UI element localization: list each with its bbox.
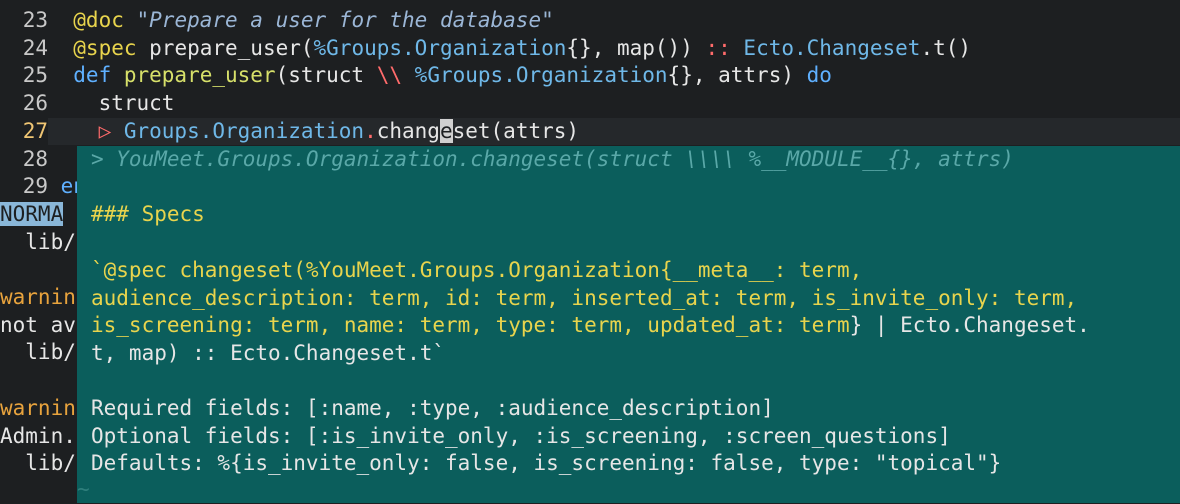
background-message-text: lib/ xyxy=(0,340,76,365)
background-message-text: warnin xyxy=(0,285,76,309)
code-line[interactable]: 27 ▷ Groups.Organization.changeset(attrs… xyxy=(0,117,1180,146)
required-fields: Required fields: [:name, :type, :audienc… xyxy=(91,396,774,420)
code-token: set(attrs) xyxy=(452,118,580,143)
code-text[interactable]: struct xyxy=(48,90,1180,118)
function-signature: > YouMeet.Groups.Organization.changeset(… xyxy=(91,147,1014,171)
text-cursor: e xyxy=(439,118,453,143)
code-token: Groups.Organization xyxy=(123,118,365,143)
code-token: "Prepare a user for the database" xyxy=(136,8,554,32)
code-token: \\ xyxy=(376,63,415,88)
code-token: chang xyxy=(376,118,440,143)
code-token: struct xyxy=(48,91,175,116)
spec-text: is_screening: term, name: term, type: te… xyxy=(91,313,850,338)
code-token: @doc xyxy=(48,8,137,32)
line-number: 28 xyxy=(22,146,48,171)
spec-text: audience_description: term, id: term, in… xyxy=(91,285,1078,310)
background-message-text: warnin xyxy=(0,395,76,420)
spec-text: t, map) :: Ecto.Changeset.t` xyxy=(91,340,446,365)
code-token: prepare_user( xyxy=(149,35,314,60)
spec-text: `@spec changeset(%YouMeet.Groups.Organiz… xyxy=(91,257,863,282)
code-line[interactable]: 26 struct xyxy=(0,90,1180,118)
code-token: ▷ xyxy=(48,118,124,143)
code-token: .t() xyxy=(920,35,972,60)
code-token: do xyxy=(806,63,832,88)
line-number: 24 xyxy=(22,35,48,60)
background-message-text: lib/ xyxy=(0,229,76,254)
line-number: 26 xyxy=(22,91,48,116)
code-text[interactable]: ▷ Groups.Organization.changeset(attrs) xyxy=(48,117,1180,146)
specs-header: ### Specs xyxy=(91,202,205,227)
code-text[interactable]: @doc "Prepare a user for the database" xyxy=(48,7,1180,35)
code-token: @spec xyxy=(48,35,150,60)
code-line[interactable]: 25 def prepare_user(struct \\ %Groups.Or… xyxy=(0,62,1180,90)
spec-line: t, map) :: Ecto.Changeset.t` xyxy=(77,340,1180,368)
optional-fields: Optional fields: [:is_invite_only, :is_s… xyxy=(91,423,951,448)
code-token: :: xyxy=(705,35,744,60)
code-token: {}, attrs) xyxy=(667,63,807,88)
code-line[interactable]: 28 xyxy=(0,146,48,174)
line-number: 23 xyxy=(22,8,48,32)
code-line[interactable]: 23 @doc "Prepare a user for the database… xyxy=(0,7,1180,35)
code-text[interactable]: def prepare_user(struct \\ %Groups.Organ… xyxy=(48,62,1180,90)
code-token: %Groups.Organization xyxy=(313,35,567,60)
background-message-text: lib/ xyxy=(0,451,76,476)
spec-line: `@spec changeset(%YouMeet.Groups.Organiz… xyxy=(77,257,1180,285)
code-token: . xyxy=(364,118,377,143)
spec-line: audience_description: term, id: term, in… xyxy=(77,285,1180,313)
code-line[interactable]: 29 en xyxy=(0,173,86,201)
line-number: 27 xyxy=(22,118,48,143)
spec-text: } | Ecto.Changeset. xyxy=(849,313,1090,338)
background-message-text: not av xyxy=(0,312,76,337)
empty-line-tilde: ~ xyxy=(77,477,90,501)
code-token: (struct xyxy=(275,63,377,88)
code-token: prepare_user xyxy=(123,63,276,88)
line-number: 25 xyxy=(22,63,48,88)
code-token: def xyxy=(48,63,124,88)
background-message-text: Admin. xyxy=(0,423,76,448)
spec-line: is_screening: term, name: term, type: te… xyxy=(77,312,1180,340)
defaults-fields: Defaults: %{is_invite_only: false, is_sc… xyxy=(91,451,1002,476)
code-token: %Groups.Organization xyxy=(414,63,668,88)
line-number: 29 xyxy=(22,174,48,199)
code-token: {}, map()) xyxy=(566,35,706,60)
code-text[interactable]: @spec prepare_user(%Groups.Organization{… xyxy=(48,35,1180,63)
mode-indicator: NORMA xyxy=(0,201,64,226)
code-token: Ecto.Changeset xyxy=(743,35,921,60)
code-line[interactable]: 24 @spec prepare_user(%Groups.Organizati… xyxy=(0,35,1180,63)
hover-documentation-popup: > YouMeet.Groups.Organization.changeset(… xyxy=(77,146,1180,503)
